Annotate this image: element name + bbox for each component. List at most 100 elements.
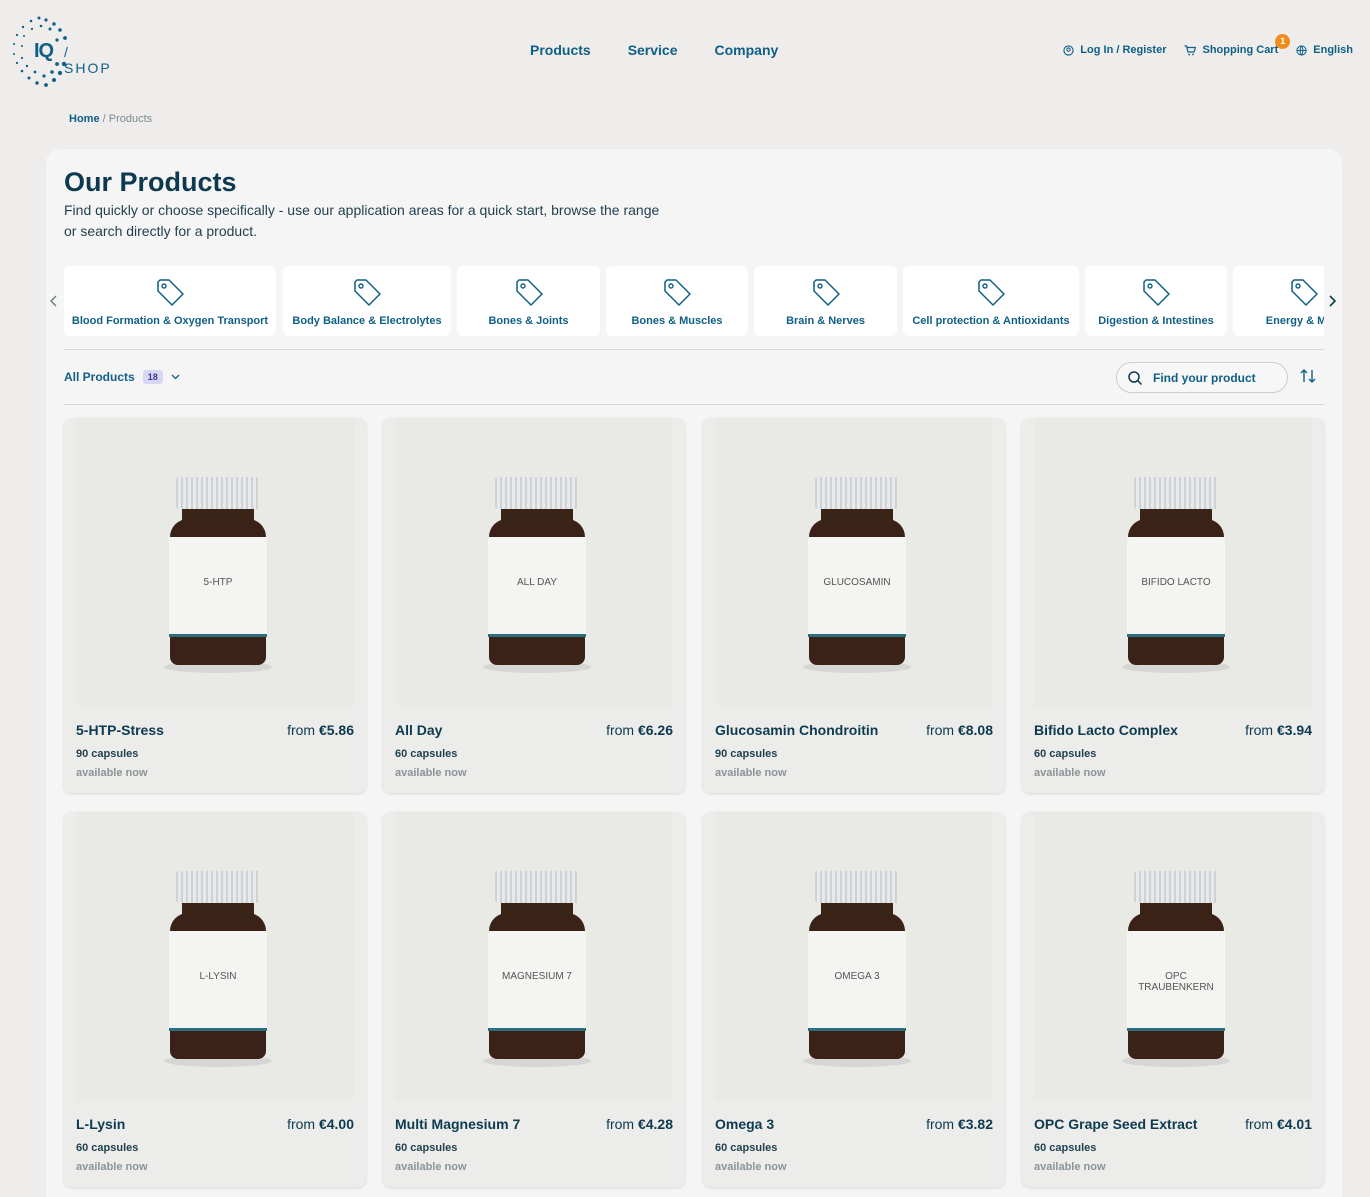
product-name: Multi Magnesium 7 [395, 1116, 521, 1132]
product-capsules: 60 capsules [715, 1142, 778, 1154]
product-filter-dropdown[interactable]: All Products 18 [64, 370, 180, 384]
search-icon [1128, 370, 1143, 385]
cart-link[interactable]: Shopping Cart 1 [1184, 34, 1291, 56]
search-placeholder: Find your product [1153, 370, 1256, 385]
product-capsules: 90 capsules [715, 748, 778, 760]
bottle-image: OMEGA 3 [803, 867, 911, 1067]
category-label: Energy & Meta [1265, 315, 1324, 327]
product-image: 5-HTP [76, 418, 354, 706]
product-card[interactable]: GLUCOSAMIN Glucosamin Chondroitin from €… [703, 418, 1005, 793]
nav-products[interactable]: Products [530, 42, 591, 58]
nav-service[interactable]: Service [628, 42, 678, 58]
product-price: from €4.00 [287, 1116, 354, 1132]
product-price: from €4.28 [606, 1116, 673, 1132]
product-card[interactable]: ALL DAY All Day from €6.26 60 capsules a… [383, 418, 685, 793]
sort-button[interactable] [1300, 368, 1316, 389]
category-brain-nerves[interactable]: Brain & Nerves [754, 266, 897, 336]
category-bones-joints[interactable]: Bones & Joints [457, 266, 600, 336]
category-label: Bones & Joints [488, 315, 569, 327]
page-title: Our Products [64, 167, 237, 197]
bottle-image: 5-HTP [164, 473, 272, 673]
product-capsules: 60 capsules [395, 1142, 458, 1154]
tag-icon [978, 279, 1005, 306]
product-card[interactable]: BIFIDO LACTO Bifido Lacto Complex from €… [1022, 418, 1324, 793]
bottle-image: MAGNESIUM 7 [483, 867, 591, 1067]
product-count-badge: 18 [142, 370, 163, 384]
product-price: from €3.82 [926, 1116, 993, 1132]
product-availability: available now [715, 1161, 787, 1173]
product-card[interactable]: L-LYSIN L-Lysin from €4.00 60 capsules a… [64, 812, 366, 1187]
category-energy[interactable]: Energy & Meta [1233, 266, 1324, 336]
product-card[interactable]: OPC TRAUBENKERN OPC Grape Seed Extract f… [1022, 812, 1324, 1187]
category-body-balance[interactable]: Body Balance & Electrolytes [283, 266, 451, 336]
tag-icon [1143, 279, 1170, 306]
category-cell-protection[interactable]: Cell protection & Antioxidants [903, 266, 1079, 336]
bottle-image: GLUCOSAMIN [803, 473, 911, 673]
main-nav: Products Service Company [530, 42, 815, 58]
category-prev-button[interactable] [50, 294, 58, 310]
tag-icon [157, 279, 184, 306]
product-name: 5-HTP-Stress [76, 722, 164, 738]
product-name: L-Lysin [76, 1116, 126, 1132]
login-link[interactable]: Log In / Register [1063, 44, 1166, 56]
search-input[interactable]: Find your product [1116, 362, 1288, 393]
breadcrumb-current: / Products [102, 113, 153, 125]
breadcrumb: Home / Products [69, 113, 152, 125]
divider [64, 349, 1324, 350]
filter-label: All Products [64, 370, 135, 384]
product-availability: available now [1034, 767, 1106, 779]
cart-icon [1184, 44, 1197, 55]
product-price: from €5.86 [287, 722, 354, 738]
product-price: from €4.01 [1245, 1116, 1312, 1132]
category-label: Bones & Muscles [631, 315, 723, 327]
product-name: Glucosamin Chondroitin [715, 722, 879, 738]
page-intro: Find quickly or choose specifically - us… [64, 202, 660, 239]
cart-count-badge: 1 [1275, 34, 1291, 49]
category-carousel: Blood Formation & Oxygen Transport Body … [64, 266, 1324, 338]
category-bones-muscles[interactable]: Bones & Muscles [606, 266, 748, 336]
product-card[interactable]: MAGNESIUM 7 Multi Magnesium 7 from €4.28… [383, 812, 685, 1187]
product-availability: available now [1034, 1161, 1106, 1173]
bottle-image: BIFIDO LACTO [1122, 473, 1230, 673]
site-header: IQ / SHOP Products Service Company Log I… [0, 0, 1370, 100]
category-digestion[interactable]: Digestion & Intestines [1085, 266, 1227, 336]
tag-icon [664, 279, 691, 306]
product-name: All Day [395, 722, 443, 738]
logo-mark: IQ [34, 40, 54, 62]
category-label: Brain & Nerves [786, 315, 865, 327]
product-price: from €3.94 [1245, 722, 1312, 738]
category-label: Digestion & Intestines [1098, 315, 1214, 327]
product-image: OPC TRAUBENKERN [1034, 812, 1312, 1100]
language-label: English [1313, 44, 1353, 56]
product-availability: available now [395, 1161, 467, 1173]
product-price: from €8.08 [926, 722, 993, 738]
product-card[interactable]: 5-HTP 5-HTP-Stress from €5.86 90 capsule… [64, 418, 366, 793]
category-blood-formation[interactable]: Blood Formation & Oxygen Transport [64, 266, 276, 336]
product-card[interactable]: OMEGA 3 Omega 3 from €3.82 60 capsules a… [703, 812, 1005, 1187]
product-availability: available now [76, 767, 148, 779]
user-nav: Log In / Register Shopping Cart 1 Englis… [1045, 34, 1353, 56]
nav-company[interactable]: Company [715, 42, 779, 58]
globe-icon [1296, 44, 1307, 56]
breadcrumb-home[interactable]: Home [69, 113, 100, 125]
logo-text: / SHOP [64, 44, 112, 76]
language-switcher[interactable]: English [1296, 44, 1353, 56]
sort-icon [1300, 369, 1316, 383]
category-next-button[interactable] [1328, 294, 1337, 310]
bottle-image: L-LYSIN [164, 867, 272, 1067]
chevron-left-icon [50, 295, 57, 307]
category-label: Body Balance & Electrolytes [292, 315, 442, 327]
product-capsules: 60 capsules [1034, 1142, 1097, 1154]
product-image: MAGNESIUM 7 [395, 812, 673, 1100]
product-image: GLUCOSAMIN [715, 418, 993, 706]
user-icon [1063, 44, 1074, 56]
login-label: Log In / Register [1080, 44, 1167, 56]
product-image: L-LYSIN [76, 812, 354, 1100]
chevron-right-icon [1329, 295, 1337, 307]
bottle-image: OPC TRAUBENKERN [1122, 867, 1230, 1067]
shop-logo[interactable]: IQ / SHOP [10, 14, 120, 90]
product-capsules: 60 capsules [76, 1142, 139, 1154]
tag-icon [354, 279, 381, 306]
product-image: ALL DAY [395, 418, 673, 706]
product-capsules: 60 capsules [1034, 748, 1097, 760]
